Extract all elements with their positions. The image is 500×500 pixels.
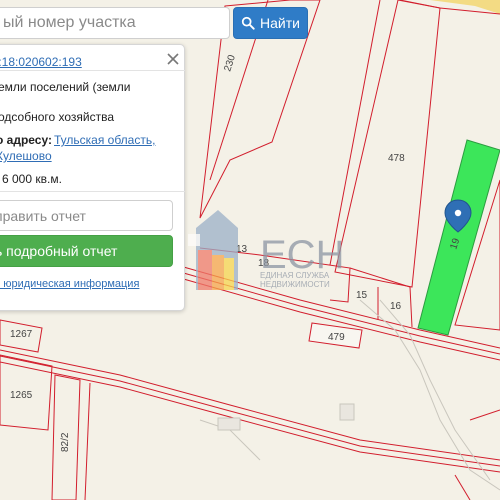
search-button[interactable]: Найти — [233, 7, 308, 39]
parcel-label-16: 16 — [390, 301, 402, 312]
divider — [0, 70, 185, 71]
permitted-use-text: одсобного хозяйства — [0, 110, 115, 124]
address-region-link[interactable]: Тульская область, — [54, 133, 155, 147]
address-label: о адресу: — [0, 133, 52, 147]
address-locality-link[interactable]: Кулешово — [0, 149, 52, 163]
parcel-label-479: 479 — [328, 332, 345, 343]
parcel-label-18: 18 — [258, 258, 270, 269]
parcel-label-13: 13 — [236, 244, 248, 255]
cadastral-number-link[interactable]: 71:18:020602:193 — [0, 55, 82, 69]
search-icon — [241, 16, 255, 30]
parcel-label-478: 478 — [388, 153, 405, 164]
divider — [0, 191, 185, 192]
parcel-label-1267: 1267 — [10, 329, 33, 340]
parcel-label-15: 15 — [356, 290, 368, 301]
parcel-label-82-2: 82/2 — [60, 432, 71, 452]
land-category-text: емли поселений (земли — [0, 80, 131, 94]
search-input[interactable] — [0, 8, 235, 38]
legal-info-link[interactable]: и юридическая информация — [0, 278, 139, 290]
detailed-report-button[interactable]: ь подробный отчет — [0, 235, 173, 267]
area-text: 6 000 кв.м. — [2, 172, 62, 186]
close-icon[interactable] — [165, 51, 181, 67]
search-bar — [0, 7, 235, 39]
parcel-label-1265: 1265 — [10, 390, 33, 401]
send-report-field[interactable] — [0, 200, 173, 231]
search-button-label: Найти — [260, 15, 300, 31]
